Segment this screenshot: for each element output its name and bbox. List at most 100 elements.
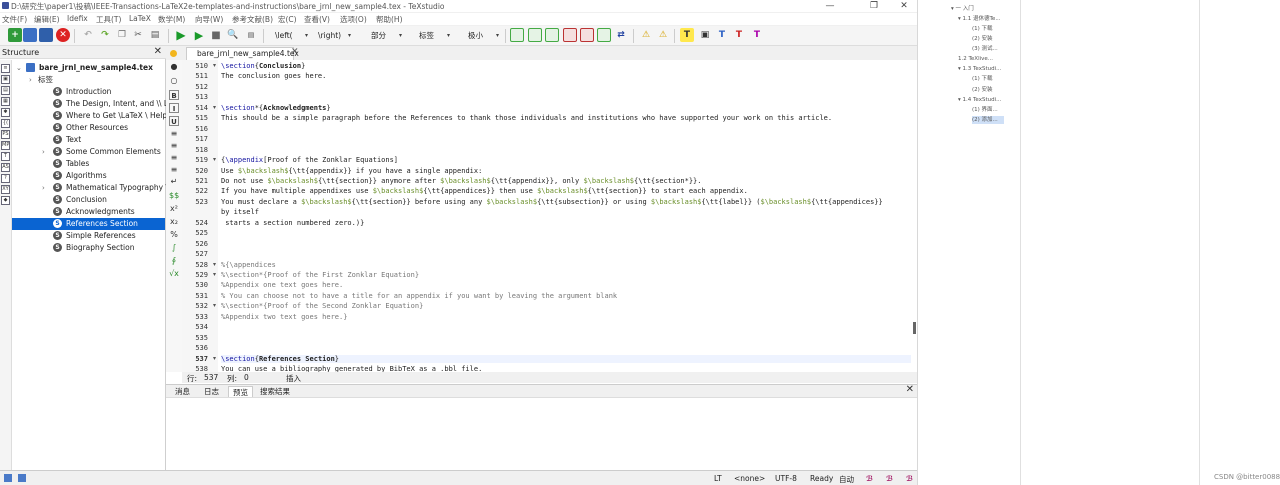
save-icon[interactable] [39, 28, 53, 42]
strike-text-icon[interactable]: T [732, 28, 746, 42]
left-delimiter-select[interactable]: \left(▾ [271, 29, 311, 42]
toc-item[interactable]: ▾ 1.1 退休德Te... [958, 15, 1001, 23]
new-file-icon[interactable]: + [8, 28, 22, 42]
menu-item[interactable]: 编辑(E) [34, 14, 60, 25]
redo-icon[interactable]: ↷ [98, 28, 112, 42]
toc-item[interactable]: ▾ 1.4 TexStudi... [958, 96, 1001, 104]
menu-item[interactable]: 向导(W) [195, 14, 223, 25]
structure-mode-icon[interactable]: ▦ [1, 97, 10, 106]
restore-button[interactable]: ❐ [862, 0, 886, 12]
log-icon[interactable]: ▤ [244, 28, 258, 42]
format-tool-icon[interactable]: x₂ [169, 217, 179, 227]
messages-tab[interactable]: 预览 [228, 386, 253, 397]
structure-item[interactable]: S The Design, Intent, and \\ Limi... [12, 98, 187, 110]
menu-item[interactable]: 查看(V) [304, 14, 330, 25]
menu-item[interactable]: 工具(T) [96, 14, 121, 25]
expander-icon[interactable]: ⌄ [16, 62, 22, 74]
format-tool-icon[interactable]: √x [169, 269, 179, 279]
comment-icon[interactable]: ▣ [698, 28, 712, 42]
close-button[interactable]: ✕ [892, 0, 916, 12]
toc-item[interactable]: ▾ 1.3 TexStudi... [958, 65, 1001, 73]
toc-item[interactable]: (1) 界面... [972, 106, 998, 114]
section-select[interactable]: 部分 ▾ [367, 29, 405, 42]
structure-item[interactable]: S Algorithms [12, 170, 165, 182]
expander-icon[interactable]: › [29, 74, 32, 86]
fold-marker-icon[interactable]: ▾ [213, 62, 216, 69]
table-delete-col-icon[interactable] [580, 28, 594, 42]
fold-marker-icon[interactable]: ▾ [213, 355, 216, 362]
structure-item[interactable]: S Acknowledgments [12, 206, 165, 218]
structure-mode-icon[interactable]: MP [1, 141, 10, 150]
structure-toggle-icon[interactable] [4, 474, 12, 482]
format-tool-icon[interactable]: $$ [169, 191, 179, 201]
structure-mode-icon[interactable]: ▤ [1, 86, 10, 95]
format-tool-icon[interactable]: x² [169, 204, 179, 214]
close-structure-icon[interactable]: ✕ [154, 46, 162, 57]
toc-item[interactable]: (3) 测试... [972, 45, 998, 53]
toc-item[interactable]: (2) 安装 [972, 86, 993, 94]
toc-item[interactable]: 1.2 TeXlive... [958, 55, 993, 63]
code-editor[interactable]: \section{Conclusion} The conclusion goes … [221, 60, 911, 372]
warning-next-icon[interactable]: ⚠ [656, 28, 670, 42]
cut-icon[interactable]: ✂ [131, 28, 145, 42]
menu-item[interactable]: 帮助(H) [376, 14, 403, 25]
structure-item[interactable]: › 标签 [12, 74, 165, 86]
format-tool-icon[interactable]: I [169, 103, 179, 113]
structure-mode-icon[interactable]: ≡ [1, 64, 10, 73]
structure-mode-icon[interactable]: ▣ [1, 75, 10, 84]
compile-icon[interactable]: ▶ [192, 28, 206, 42]
fold-marker-icon[interactable]: ▾ [213, 271, 216, 278]
fold-marker-icon[interactable]: ▾ [213, 261, 216, 268]
toc-item[interactable]: (1) 下载 [972, 25, 993, 33]
menu-item[interactable]: 数学(M) [158, 14, 185, 25]
editor-scrollbar[interactable] [911, 60, 917, 372]
scrollbar-thumb[interactable] [913, 322, 916, 334]
structure-item[interactable]: ⌄ bare_jrnl_new_sample4.tex [12, 62, 165, 74]
structure-item[interactable]: S References Section [12, 218, 165, 230]
structure-item[interactable]: S Where to Get \LaTeX \ Help —... [12, 110, 184, 122]
language-select[interactable]: <none> [734, 474, 765, 483]
messages-toggle-icon[interactable] [18, 474, 26, 482]
table-add-col-icon[interactable] [528, 28, 542, 42]
messages-tab[interactable]: 搜索结果 [256, 386, 294, 397]
format-tool-icon[interactable]: B [169, 90, 179, 100]
messages-tab[interactable]: 消息 [171, 386, 194, 397]
format-tool-icon[interactable]: U [169, 116, 179, 126]
structure-item[interactable]: S Text [12, 134, 165, 146]
minimize-button[interactable]: — [818, 0, 842, 12]
pdf-sync-icon[interactable]: ℬ [866, 474, 873, 483]
language-tool-indicator[interactable]: LT [714, 474, 722, 483]
structure-item[interactable]: S Introduction [12, 86, 165, 98]
structure-mode-icon[interactable]: AS [1, 163, 10, 172]
expander-icon[interactable]: › [42, 182, 45, 194]
table-delete-row-icon[interactable] [563, 28, 577, 42]
format-tool-icon[interactable]: ≡ [169, 129, 179, 139]
table-align-icon[interactable] [597, 28, 611, 42]
table-add-row-icon[interactable] [545, 28, 559, 42]
text-icon[interactable]: T [715, 28, 729, 42]
structure-item[interactable]: S Biography Section [12, 242, 165, 254]
undo-icon[interactable]: ↶ [81, 28, 95, 42]
menu-item[interactable]: 文件(F) [2, 14, 27, 25]
fold-marker-icon[interactable]: ▾ [213, 104, 216, 111]
replace-text-icon[interactable]: T [750, 28, 764, 42]
open-file-icon[interactable] [23, 28, 37, 42]
toc-item[interactable]: (1) 下载 [972, 75, 993, 83]
menu-item[interactable]: 参考文献(B) [232, 14, 273, 25]
toc-item[interactable]: (2) 添加... [972, 116, 1004, 124]
fold-marker-icon[interactable]: ▾ [213, 302, 216, 309]
menu-item[interactable]: Idefix [67, 14, 88, 23]
pdf-embed-icon[interactable]: ℬ [906, 474, 913, 483]
expander-icon[interactable]: › [42, 146, 45, 158]
structure-mode-icon[interactable]: PS [1, 130, 10, 139]
structure-item[interactable]: S Other Resources [12, 122, 165, 134]
close-messages-icon[interactable]: ✕ [906, 384, 914, 395]
menu-item[interactable]: LaTeX [129, 14, 151, 23]
structure-mode-icon[interactable]: ◆ [1, 196, 10, 205]
close-tab-icon[interactable]: ✕ [291, 47, 299, 57]
tab-bare-jrnl[interactable]: bare_jrnl_new_sample4.tex [186, 47, 299, 60]
right-delimiter-select[interactable]: \right) ▾ [314, 29, 354, 42]
messages-tab[interactable]: 日志 [200, 386, 223, 397]
structure-item[interactable]: S Conclusion [12, 194, 165, 206]
paste-icon[interactable]: ▤ [148, 28, 162, 42]
